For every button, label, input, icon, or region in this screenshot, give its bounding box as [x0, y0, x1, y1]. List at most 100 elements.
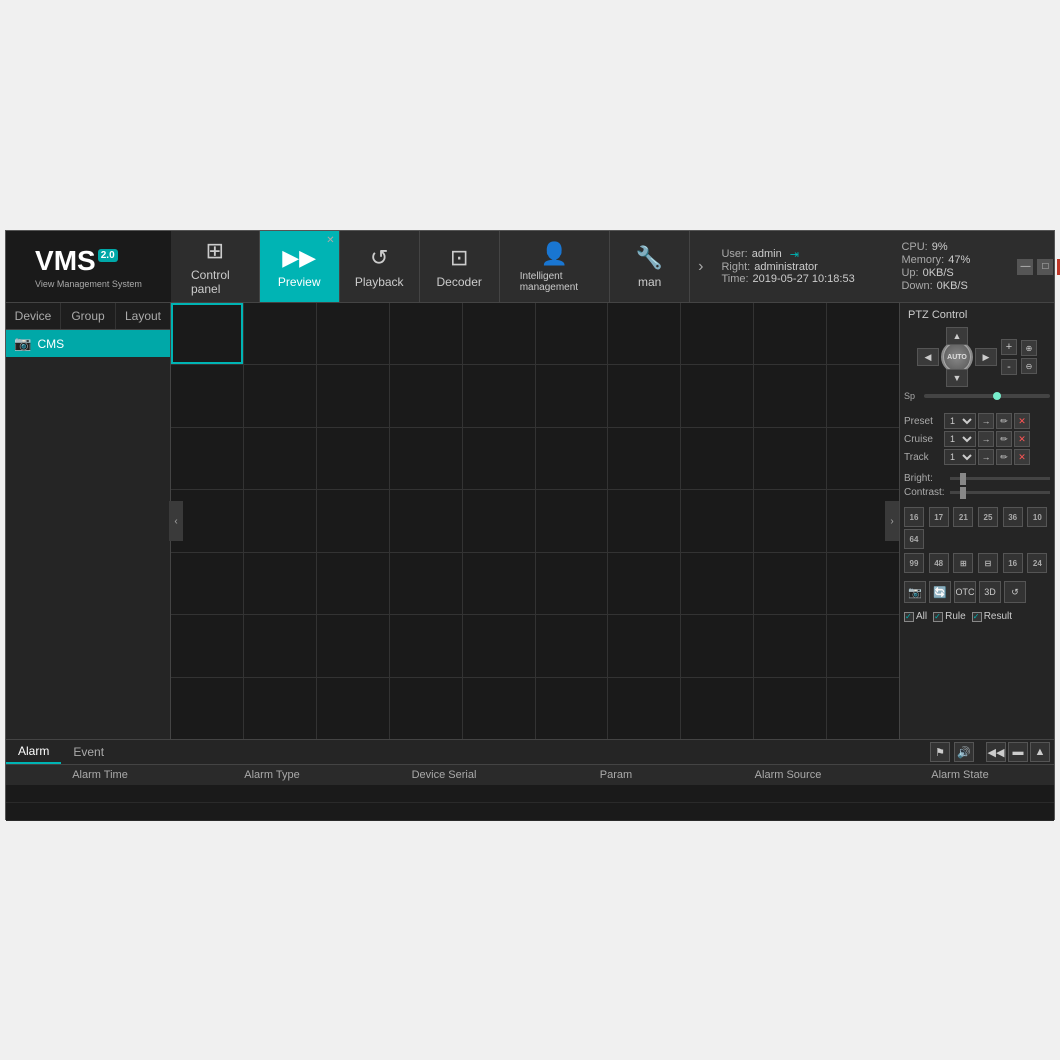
video-cell-7[interactable]	[681, 303, 753, 364]
video-cell-27[interactable]	[681, 428, 753, 489]
video-cell-56[interactable]	[608, 615, 680, 676]
3d-button[interactable]: 3D	[979, 581, 1001, 603]
cruise-delete-btn[interactable]: ✕	[1014, 431, 1030, 447]
preset-select[interactable]: 1 2	[944, 413, 976, 429]
video-cell-42[interactable]	[317, 553, 389, 614]
layout-48-btn[interactable]: 48	[929, 553, 949, 573]
video-cell-62[interactable]	[317, 678, 389, 739]
tab-playback[interactable]: ↺ Playback	[340, 231, 420, 302]
video-cell-20[interactable]	[171, 428, 243, 489]
preset-go-btn[interactable]: →	[978, 413, 994, 429]
sidebar-tab-layout[interactable]: Layout	[116, 303, 170, 329]
video-cell-24[interactable]	[463, 428, 535, 489]
video-cell-18[interactable]	[754, 365, 826, 426]
bottom-tab-alarm[interactable]: Alarm	[6, 740, 61, 764]
collapse-sidebar-button[interactable]: ‹	[169, 501, 183, 541]
ptz-down-button[interactable]: ▼	[946, 369, 968, 387]
layout-25-btn[interactable]: 25	[978, 507, 998, 527]
video-cell-54[interactable]	[463, 615, 535, 676]
video-cell-8[interactable]	[754, 303, 826, 364]
tab-preview[interactable]: ✕ ▶▶ Preview	[260, 231, 340, 302]
preview-close-btn[interactable]: ✕	[326, 235, 334, 246]
video-cell-26[interactable]	[608, 428, 680, 489]
bright-thumb[interactable]	[960, 473, 966, 485]
bottom-prev-button[interactable]: ◀◀	[986, 742, 1006, 762]
video-cell-53[interactable]	[390, 615, 462, 676]
video-cell-44[interactable]	[463, 553, 535, 614]
layout-custom1-btn[interactable]: ⊞	[953, 553, 973, 573]
video-cell-50[interactable]	[171, 615, 243, 676]
video-cell-0[interactable]	[171, 303, 243, 364]
sidebar-tab-group[interactable]: Group	[61, 303, 116, 329]
video-cell-13[interactable]	[390, 365, 462, 426]
video-cell-31[interactable]	[244, 490, 316, 551]
reconnect-button[interactable]: ↺	[1004, 581, 1026, 603]
tab-control-panel[interactable]: ⊞ Control panel	[171, 231, 260, 302]
video-cell-43[interactable]	[390, 553, 462, 614]
ptz-iris-close-button[interactable]: ⊖	[1021, 358, 1037, 374]
layout-16-btn[interactable]: 16	[904, 507, 924, 527]
expand-right-button[interactable]: ›	[885, 501, 899, 541]
sidebar-tab-device[interactable]: Device	[6, 303, 61, 329]
nav-arrow-right[interactable]: ›	[690, 231, 711, 302]
ptz-right-button[interactable]: ▶	[975, 348, 997, 366]
video-cell-48[interactable]	[754, 553, 826, 614]
video-cell-37[interactable]	[681, 490, 753, 551]
video-cell-10[interactable]	[171, 365, 243, 426]
bottom-tab-event[interactable]: Event	[61, 741, 116, 763]
video-cell-57[interactable]	[681, 615, 753, 676]
preset-delete-btn[interactable]: ✕	[1014, 413, 1030, 429]
minimize-button[interactable]: —	[1017, 259, 1033, 275]
alarm-sound-button[interactable]: 🔊	[954, 742, 974, 762]
video-cell-51[interactable]	[244, 615, 316, 676]
bottom-minimize-button[interactable]: ▬	[1008, 742, 1028, 762]
tab-intelligent[interactable]: 👤 Intelligent management	[500, 231, 610, 302]
ptz-zoom-in-button[interactable]: +	[1001, 339, 1017, 355]
video-cell-3[interactable]	[390, 303, 462, 364]
layout-16s-btn[interactable]: 16	[1003, 553, 1023, 573]
track-select[interactable]: 1 2	[944, 449, 976, 465]
video-cell-33[interactable]	[390, 490, 462, 551]
layout-64-btn[interactable]: 64	[904, 529, 924, 549]
tab-man[interactable]: 🔧 man	[610, 231, 690, 302]
snapshot-button[interactable]: 📷	[904, 581, 926, 603]
video-cell-49[interactable]	[827, 553, 899, 614]
logout-icon[interactable]: ⇥	[790, 248, 799, 261]
sidebar-item-cms[interactable]: 📷 CMS	[6, 330, 170, 357]
video-cell-6[interactable]	[608, 303, 680, 364]
video-cell-45[interactable]	[536, 553, 608, 614]
video-cell-64[interactable]	[463, 678, 535, 739]
osd-button[interactable]: OTC	[954, 581, 976, 603]
result-checkbox[interactable]: Result	[972, 611, 1012, 622]
video-cell-36[interactable]	[608, 490, 680, 551]
video-cell-14[interactable]	[463, 365, 535, 426]
rule-checkbox[interactable]: Rule	[933, 611, 966, 622]
tab-decoder[interactable]: ⊡ Decoder	[420, 231, 500, 302]
video-cell-11[interactable]	[244, 365, 316, 426]
video-cell-2[interactable]	[317, 303, 389, 364]
video-cell-65[interactable]	[536, 678, 608, 739]
video-cell-59[interactable]	[827, 615, 899, 676]
layout-17-btn[interactable]: 17	[929, 507, 949, 527]
video-cell-15[interactable]	[536, 365, 608, 426]
ptz-zoom-out-button[interactable]: -	[1001, 359, 1017, 375]
video-cell-5[interactable]	[536, 303, 608, 364]
video-cell-68[interactable]	[754, 678, 826, 739]
video-cell-38[interactable]	[754, 490, 826, 551]
video-cell-1[interactable]	[244, 303, 316, 364]
video-cell-21[interactable]	[244, 428, 316, 489]
video-cell-28[interactable]	[754, 428, 826, 489]
video-cell-63[interactable]	[390, 678, 462, 739]
cruise-edit-btn[interactable]: ✏	[996, 431, 1012, 447]
layout-24-btn[interactable]: 24	[1027, 553, 1047, 573]
video-cell-25[interactable]	[536, 428, 608, 489]
video-cell-61[interactable]	[244, 678, 316, 739]
video-cell-12[interactable]	[317, 365, 389, 426]
video-cell-41[interactable]	[244, 553, 316, 614]
ptz-lock-button[interactable]: 🔄	[929, 581, 951, 603]
video-cell-22[interactable]	[317, 428, 389, 489]
video-cell-55[interactable]	[536, 615, 608, 676]
video-cell-52[interactable]	[317, 615, 389, 676]
video-cell-35[interactable]	[536, 490, 608, 551]
layout-21-btn[interactable]: 21	[953, 507, 973, 527]
